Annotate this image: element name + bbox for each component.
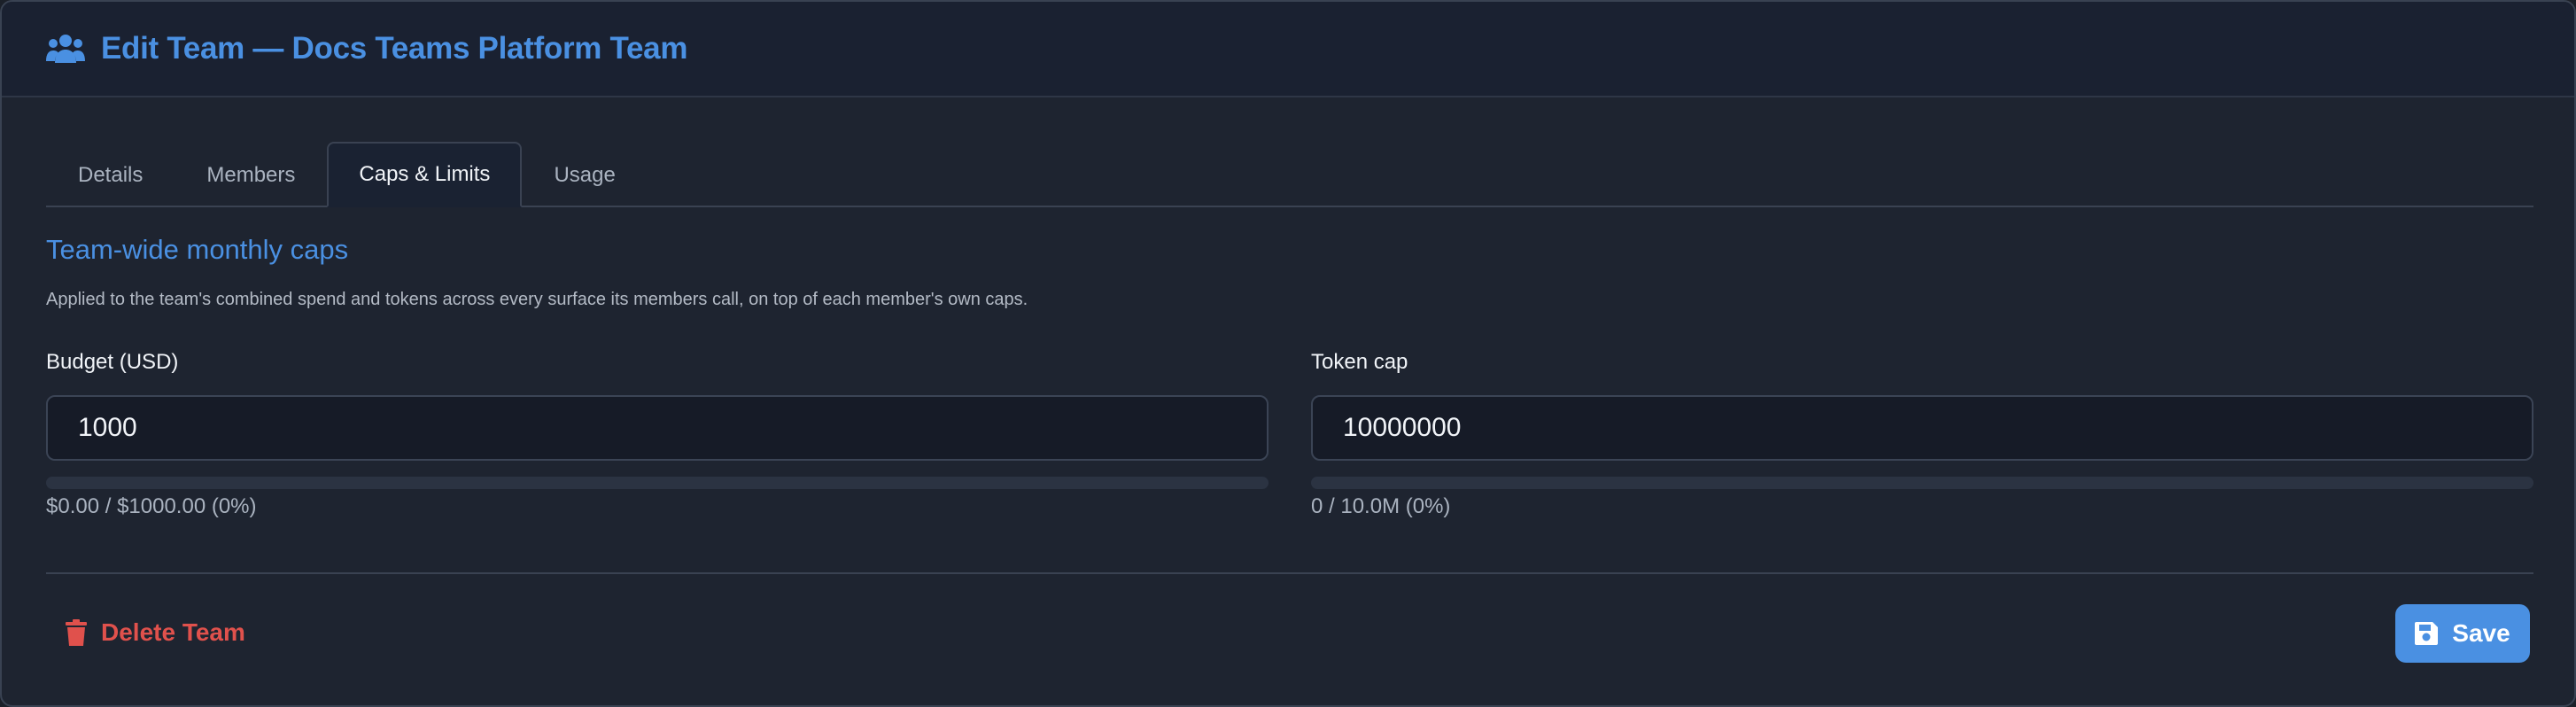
token-cap-label: Token cap: [1311, 350, 1408, 374]
delete-team-label: Delete Team: [101, 618, 245, 646]
token-cap-field: Token cap 0 / 10.0M (0%): [1311, 347, 2533, 519]
budget-usage-text: $0.00 / $1000.00 (0%): [46, 494, 257, 518]
budget-progress-bar: [46, 477, 1269, 489]
footer-divider: [46, 572, 2533, 574]
tab-bar: Details Members Caps & Limits Usage: [46, 142, 2533, 207]
edit-team-modal: Edit Team — Docs Teams Platform Team Det…: [0, 0, 2576, 707]
token-cap-input[interactable]: [1311, 395, 2533, 461]
budget-field: Budget (USD) $0.00 / $1000.00 (0%): [46, 347, 1269, 519]
section-description: Applied to the team's combined spend and…: [46, 290, 1028, 309]
budget-input[interactable]: [46, 395, 1269, 461]
modal-title: Edit Team — Docs Teams Platform Team: [101, 31, 688, 66]
save-label: Save: [2452, 619, 2510, 647]
tab-usage[interactable]: Usage: [522, 142, 647, 207]
modal-header: Edit Team — Docs Teams Platform Team: [2, 2, 2574, 97]
section-title: Team-wide monthly caps: [46, 234, 349, 265]
floppy-disk-icon: [2415, 622, 2439, 645]
tab-caps-limits[interactable]: Caps & Limits: [327, 142, 523, 207]
tab-details[interactable]: Details: [46, 142, 175, 207]
save-button[interactable]: Save: [2395, 604, 2530, 663]
token-progress-bar: [1311, 477, 2533, 489]
tab-members[interactable]: Members: [175, 142, 327, 207]
trash-icon: [66, 619, 87, 646]
delete-team-button[interactable]: Delete Team: [46, 608, 265, 657]
users-icon: [46, 31, 92, 66]
token-usage-text: 0 / 10.0M (0%): [1311, 494, 1451, 518]
budget-label: Budget (USD): [46, 350, 179, 374]
